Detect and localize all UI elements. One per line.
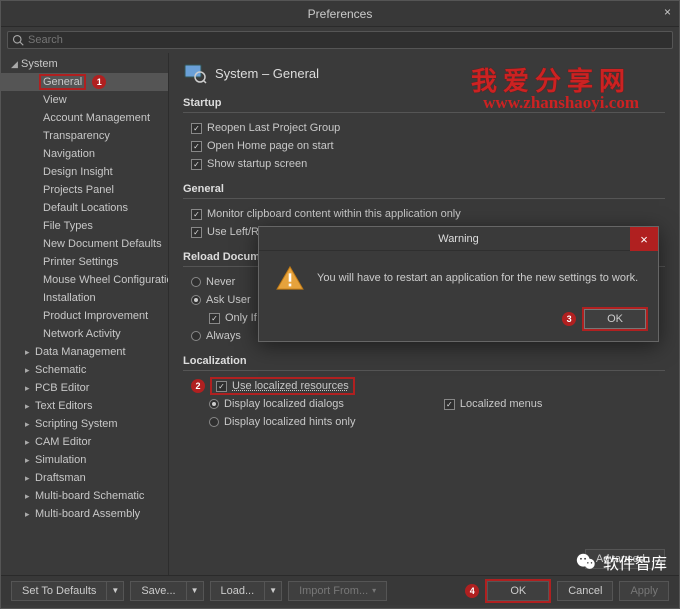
checkbox-localized-menus[interactable]: ✓	[444, 399, 455, 410]
radio-display-hints[interactable]	[209, 417, 219, 427]
checkbox-showsplash[interactable]: ✓	[191, 159, 202, 170]
tree-node-new-document-defaults[interactable]: New Document Defaults	[1, 235, 168, 253]
label-display-dialogs: Display localized dialogs	[224, 398, 344, 410]
close-icon[interactable]: ×	[664, 5, 671, 19]
preferences-tree[interactable]: ◢System General 1 View Account Managemen…	[1, 53, 169, 575]
import-from-button[interactable]: Import From... ▾	[288, 581, 387, 601]
tree-node-default-locations[interactable]: Default Locations	[1, 199, 168, 217]
warning-ok-button[interactable]: OK	[584, 309, 646, 329]
tree-node-installation[interactable]: Installation	[1, 289, 168, 307]
checkbox-openhome[interactable]: ✓	[191, 141, 202, 152]
tree-node-transparency[interactable]: Transparency	[1, 127, 168, 145]
label-localized-menus: Localized menus	[460, 398, 543, 410]
label-use-localized[interactable]: Use localized resources	[232, 380, 349, 392]
checkbox-monitor-clipboard[interactable]: ✓	[191, 209, 202, 220]
warning-title: Warning	[438, 233, 479, 245]
save-dropdown[interactable]: ▼	[186, 581, 204, 601]
radio-always[interactable]	[191, 331, 201, 341]
tree-node-network-activity[interactable]: Network Activity	[1, 325, 168, 343]
ok-button[interactable]: OK	[487, 581, 549, 601]
badge-1: 1	[92, 75, 106, 89]
tree-node-navigation[interactable]: Navigation	[1, 145, 168, 163]
cancel-button[interactable]: Cancel	[557, 581, 613, 601]
tree-node-schematic[interactable]: ▸Schematic	[1, 361, 168, 379]
tree-node-draftsman[interactable]: ▸Draftsman	[1, 469, 168, 487]
window-title: Preferences	[308, 7, 373, 21]
badge-2: 2	[191, 379, 205, 393]
tree-node-system[interactable]: ◢System	[1, 55, 168, 73]
checkbox-onlyif[interactable]: ✓	[209, 313, 220, 324]
badge-4: 4	[465, 584, 479, 598]
apply-button[interactable]: Apply	[619, 581, 669, 601]
section-heading-localization: Localization	[183, 353, 665, 371]
warning-dialog: Warning × You will have to restart an ap…	[258, 226, 659, 342]
tree-node-general[interactable]: General 1	[1, 73, 168, 91]
tree-node-data-management[interactable]: ▸Data Management	[1, 343, 168, 361]
label-never: Never	[206, 276, 235, 288]
chevron-down-icon: ▼	[191, 586, 199, 595]
label-askuser: Ask User	[206, 294, 251, 306]
advanced-button[interactable]: Advanced...	[585, 549, 665, 569]
label-display-hints: Display localized hints only	[224, 416, 355, 428]
window-titlebar: Preferences ×	[1, 1, 679, 27]
load-button[interactable]: Load...	[210, 581, 265, 601]
chevron-down-icon: ▼	[269, 586, 277, 595]
label-monitor-clipboard: Monitor clipboard content within this ap…	[207, 208, 461, 220]
set-defaults-dropdown[interactable]: ▼	[106, 581, 124, 601]
tree-node-printer-settings[interactable]: Printer Settings	[1, 253, 168, 271]
label-openhome: Open Home page on start	[207, 140, 334, 152]
warning-close-button[interactable]: ×	[630, 227, 658, 251]
tree-node-multiboard-schematic[interactable]: ▸Multi-board Schematic	[1, 487, 168, 505]
search-icon	[12, 34, 24, 46]
tree-node-cam-editor[interactable]: ▸CAM Editor	[1, 433, 168, 451]
tree-node-multiboard-assembly[interactable]: ▸Multi-board Assembly	[1, 505, 168, 523]
label-showsplash: Show startup screen	[207, 158, 307, 170]
page-icon	[183, 61, 207, 85]
badge-3: 3	[562, 312, 576, 326]
tree-node-design-insight[interactable]: Design Insight	[1, 163, 168, 181]
radio-askuser[interactable]	[191, 295, 201, 305]
load-dropdown[interactable]: ▼	[264, 581, 282, 601]
dialog-footer: Set To Defaults ▼ Save... ▼ Load... ▼ Impor…	[1, 575, 679, 605]
section-heading-general: General	[183, 181, 665, 199]
highlight-2: ✓ Use localized resources	[210, 377, 355, 395]
radio-never[interactable]	[191, 277, 201, 287]
tree-node-text-editors[interactable]: ▸Text Editors	[1, 397, 168, 415]
tree-node-account-management[interactable]: Account Management	[1, 109, 168, 127]
checkbox-reopen[interactable]: ✓	[191, 123, 202, 134]
section-startup: Startup ✓ Reopen Last Project Group ✓ Open…	[183, 95, 665, 173]
label-reopen: Reopen Last Project Group	[207, 122, 340, 134]
warning-titlebar: Warning ×	[259, 227, 658, 251]
search-input[interactable]	[24, 34, 668, 46]
highlight-4: OK	[485, 579, 551, 603]
warning-icon	[275, 265, 305, 291]
section-localization: Localization 2 ✓ Use localized resources…	[183, 353, 665, 431]
section-heading-startup: Startup	[183, 95, 665, 113]
tree-node-mouse-wheel-config[interactable]: Mouse Wheel Configuration	[1, 271, 168, 289]
tree-node-pcb-editor[interactable]: ▸PCB Editor	[1, 379, 168, 397]
highlight-1: General	[39, 74, 86, 90]
chevron-down-icon: ▼	[111, 586, 119, 595]
checkbox-use-localized[interactable]: ✓	[216, 381, 227, 392]
tree-node-file-types[interactable]: File Types	[1, 217, 168, 235]
warning-message: You will have to restart an application …	[317, 272, 638, 284]
chevron-down-icon: ▾	[372, 586, 376, 595]
label-onlyif: Only If	[225, 312, 257, 324]
save-button[interactable]: Save...	[130, 581, 185, 601]
search-input-wrap[interactable]	[7, 31, 673, 49]
tree-node-simulation[interactable]: ▸Simulation	[1, 451, 168, 469]
radio-display-dialogs[interactable]	[209, 399, 219, 409]
highlight-3: OK	[582, 307, 648, 331]
tree-node-projects-panel[interactable]: Projects Panel	[1, 181, 168, 199]
page-title: System – General	[215, 66, 319, 81]
checkbox-leftright[interactable]: ✓	[191, 227, 202, 238]
tree-node-product-improvement[interactable]: Product Improvement	[1, 307, 168, 325]
set-defaults-button[interactable]: Set To Defaults	[11, 581, 106, 601]
tree-node-view[interactable]: View	[1, 91, 168, 109]
tree-node-scripting-system[interactable]: ▸Scripting System	[1, 415, 168, 433]
search-bar	[1, 27, 679, 53]
label-always: Always	[206, 330, 241, 342]
